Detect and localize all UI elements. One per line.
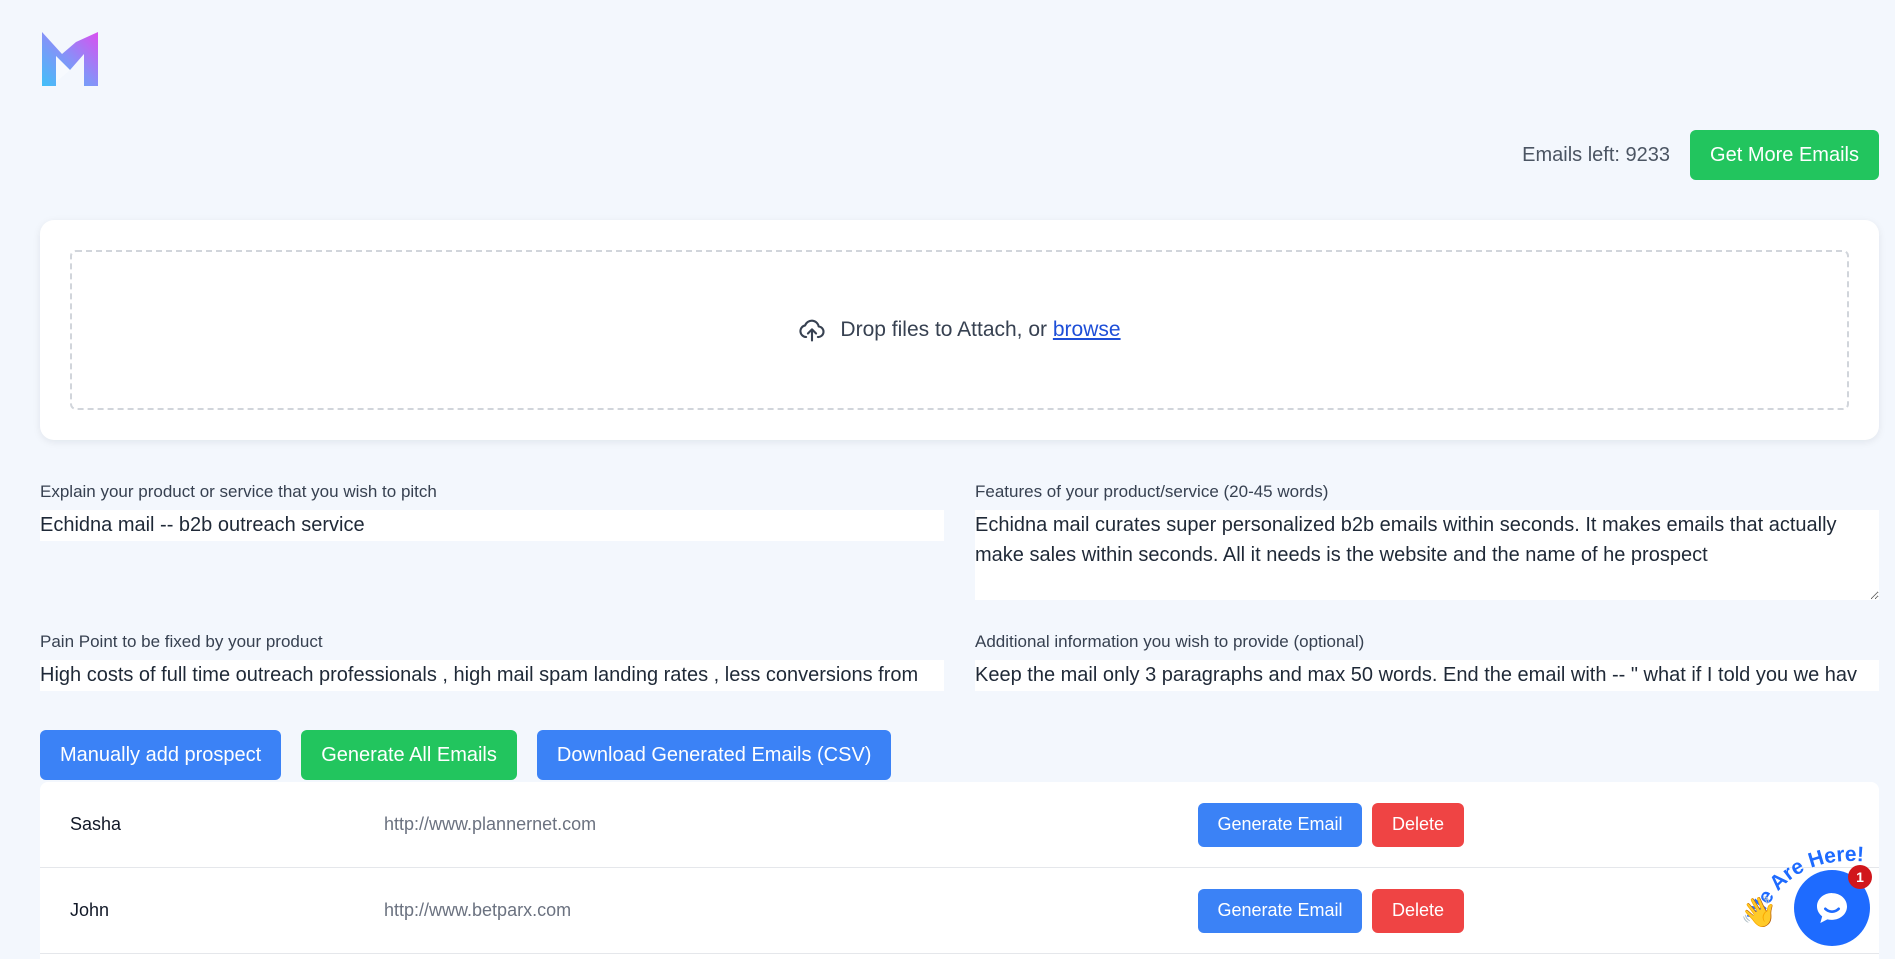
pain-point-field-group: Pain Point to be fixed by your product <box>40 632 944 691</box>
prospect-name: John <box>70 900 110 920</box>
dropzone-instruction: Drop files to Attach, or <box>840 318 1048 341</box>
product-field-label: Explain your product or service that you… <box>40 482 437 501</box>
prospect-name: Sasha <box>70 814 122 834</box>
prospect-row: Sasha http://www.plannernet.com Generate… <box>40 782 1879 868</box>
additional-info-field-group: Additional information you wish to provi… <box>975 632 1879 691</box>
chat-bubble-icon <box>1817 893 1847 923</box>
email-credits-bar: Emails left: 9233 Get More Emails <box>1522 130 1879 180</box>
prospect-row-actions: Generate Email Delete <box>1198 888 1464 933</box>
features-textarea-wrap: Echidna mail curates super personalized … <box>975 510 1879 605</box>
upload-card: Drop files to Attach, or browse <box>40 220 1879 440</box>
additional-info-field-label: Additional information you wish to provi… <box>975 632 1365 651</box>
browse-link[interactable]: browse <box>1053 318 1121 341</box>
pain-point-input[interactable] <box>40 660 944 691</box>
delete-prospect-button[interactable]: Delete <box>1372 888 1464 933</box>
generate-email-button[interactable]: Generate Email <box>1198 888 1362 933</box>
pain-point-field-label: Pain Point to be fixed by your product <box>40 632 323 651</box>
generate-email-button[interactable]: Generate Email <box>1198 802 1362 847</box>
action-buttons: Manually add prospect Generate All Email… <box>40 730 892 780</box>
emails-left-counter: Emails left: 9233 <box>1522 143 1670 166</box>
waving-hand-icon: 👋 <box>1740 896 1778 929</box>
product-input[interactable] <box>40 510 944 541</box>
brand-logo[interactable] <box>40 30 100 90</box>
prospect-row: John http://www.betparx.com Generate Ema… <box>40 868 1879 954</box>
page: Emails left: 9233 Get More Emails Drop f… <box>0 0 1895 959</box>
unread-badge: 1 <box>1848 865 1872 889</box>
prospect-row-actions: Generate Email Delete <box>1198 802 1464 847</box>
chat-widget[interactable]: We Are Here! 👋 1 <box>1740 825 1895 959</box>
manually-add-prospect-button[interactable]: Manually add prospect <box>40 730 282 780</box>
prospect-url: http://www.plannernet.com <box>384 814 597 834</box>
product-field-group: Explain your product or service that you… <box>40 482 944 541</box>
features-field-label: Features of your product/service (20-45 … <box>975 482 1329 501</box>
prospect-list: Sasha http://www.plannernet.com Generate… <box>40 782 1879 959</box>
download-csv-button[interactable]: Download Generated Emails (CSV) <box>536 730 892 780</box>
cloud-upload-icon <box>799 319 825 342</box>
features-field-group: Features of your product/service (20-45 … <box>975 482 1879 605</box>
delete-prospect-button[interactable]: Delete <box>1372 802 1464 847</box>
dropzone-text: Drop files to Attach, or browse <box>840 318 1120 342</box>
additional-info-input[interactable] <box>975 660 1879 691</box>
features-textarea[interactable]: Echidna mail curates super personalized … <box>975 510 1879 600</box>
get-more-emails-button[interactable]: Get More Emails <box>1690 130 1879 180</box>
file-dropzone[interactable]: Drop files to Attach, or browse <box>70 250 1849 410</box>
generate-all-emails-button[interactable]: Generate All Emails <box>301 730 517 780</box>
prospect-url: http://www.betparx.com <box>384 900 572 920</box>
